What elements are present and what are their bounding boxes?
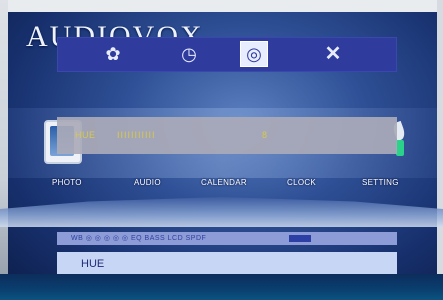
info-strip-text: WB ◎ ◎ ◎ ◎ ◎ EQ BASS LCD SPDF: [71, 235, 207, 242]
monitor-frame-right: [437, 0, 443, 300]
monitor-frame-left: [0, 0, 8, 300]
monitor-frame-bottom: [0, 274, 443, 300]
menu-stage: [0, 197, 443, 227]
status-bar: HUE: [57, 252, 397, 275]
info-strip: WB ◎ ◎ ◎ ◎ ◎ EQ BASS LCD SPDF: [57, 232, 397, 245]
hue-value: 8: [262, 130, 268, 140]
main-menu: PHOTO AUDIO CALENDAR CLOCK SETTING: [0, 178, 443, 192]
settings-toolbar: ✿ ◷ ◎ ✕: [57, 37, 397, 72]
status-label: HUE: [81, 258, 105, 270]
monitor-frame-top: [0, 0, 443, 12]
menu-item-photo[interactable]: PHOTO: [52, 178, 82, 187]
hue-adjust-overlay[interactable]: HUE IIIIIIIIIII 8: [57, 117, 397, 154]
hue-level-bar[interactable]: IIIIIIIIIII: [117, 130, 156, 140]
hue-adjust-label: HUE: [75, 130, 96, 140]
info-strip-marker: [289, 235, 311, 242]
close-icon[interactable]: ✕: [319, 41, 347, 67]
menu-item-setting[interactable]: SETTING: [362, 178, 399, 187]
menu-item-calendar[interactable]: CALENDAR: [201, 178, 247, 187]
display-settings-icon[interactable]: ◎: [240, 41, 268, 67]
tv-screen: AUDIOVOX ✿ ◷ ◎ ✕ HUE IIIIIIIIIII 8 PHOTO…: [0, 0, 443, 300]
menu-item-clock[interactable]: CLOCK: [287, 178, 316, 187]
gear-icon[interactable]: ✿: [99, 41, 127, 67]
menu-item-audio[interactable]: AUDIO: [134, 178, 161, 187]
clock-icon[interactable]: ◷: [175, 41, 203, 67]
